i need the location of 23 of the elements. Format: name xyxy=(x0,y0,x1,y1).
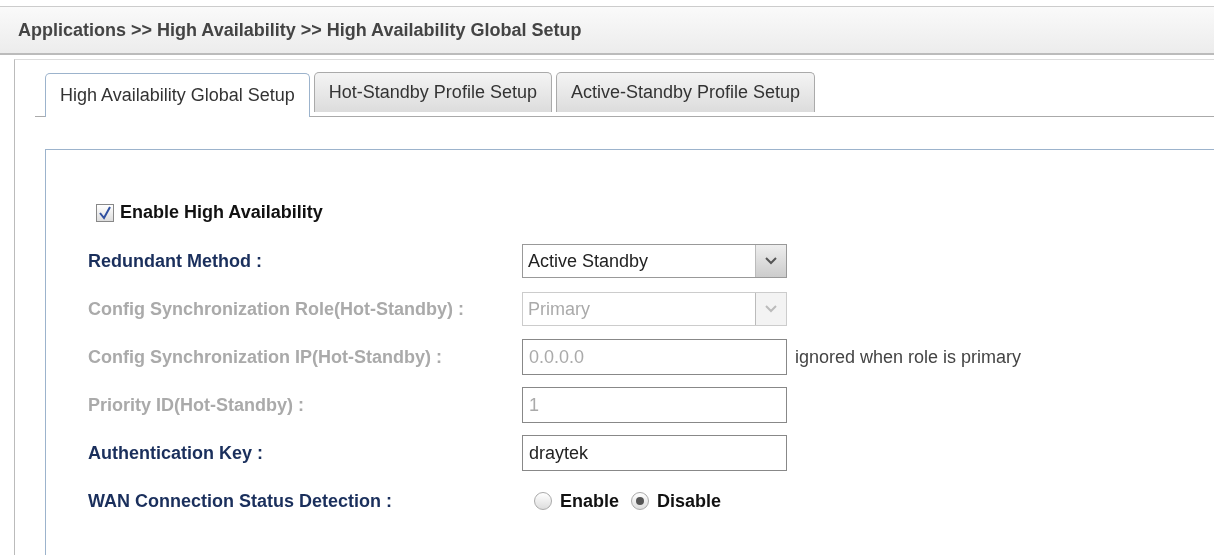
input-field[interactable]: draytek xyxy=(522,435,787,471)
dropdown[interactable]: Active Standby xyxy=(522,244,787,278)
field-label: Config Synchronization IP(Hot-Standby) : xyxy=(88,346,443,368)
radio-button[interactable] xyxy=(631,492,650,510)
chevron-down-icon xyxy=(765,305,777,313)
radio-label: Disable xyxy=(657,490,722,512)
hint-text: ignored when role is primary xyxy=(795,346,1022,368)
tab[interactable]: Active-Standby Profile Setup xyxy=(555,72,816,112)
field-label: Redundant Method : xyxy=(88,250,263,272)
field-label: Authentication Key : xyxy=(88,442,264,464)
radio-option[interactable]: Disable xyxy=(631,490,722,512)
checkbox[interactable] xyxy=(96,203,114,222)
tab[interactable]: High Availability Global Setup xyxy=(45,73,310,117)
field-label: Priority ID(Hot-Standby) : xyxy=(88,394,305,416)
radio-label: Enable xyxy=(560,490,620,512)
field-label: Config Synchronization Role(Hot-Standby) : xyxy=(88,298,465,320)
field-label: WAN Connection Status Detection : xyxy=(88,490,393,512)
radio-option[interactable]: Enable xyxy=(534,490,620,512)
chevron-down-icon xyxy=(765,257,777,265)
tab[interactable]: Hot-Standby Profile Setup xyxy=(313,72,552,112)
radio-button[interactable] xyxy=(534,492,552,510)
breadcrumb: Applications >> High Availability >> High Availability Global Setup xyxy=(0,6,1214,55)
checkbox-label: Enable High Availability xyxy=(120,202,323,223)
